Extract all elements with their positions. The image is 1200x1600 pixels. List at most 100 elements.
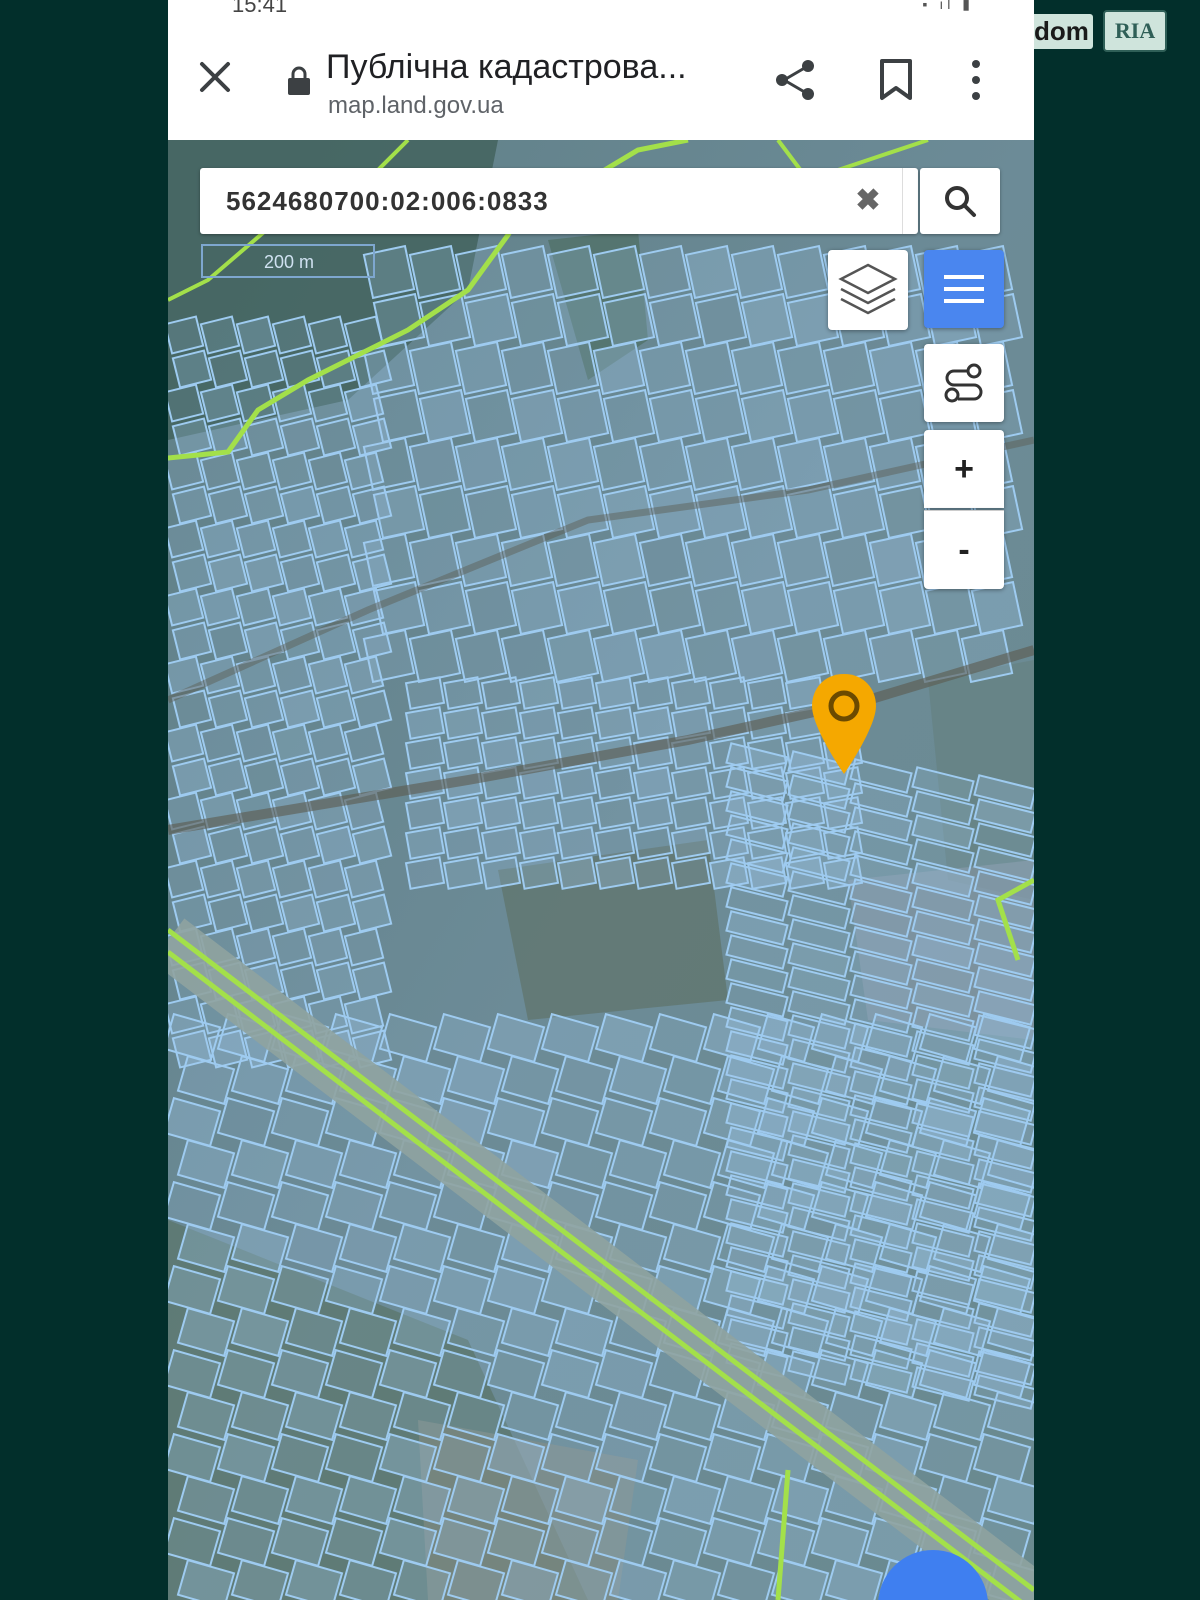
land-parcel[interactable] bbox=[404, 676, 446, 710]
land-parcel[interactable] bbox=[279, 417, 321, 457]
land-parcel[interactable] bbox=[235, 927, 277, 967]
land-parcel[interactable] bbox=[343, 383, 385, 423]
land-parcel[interactable] bbox=[638, 628, 692, 684]
land-parcel[interactable] bbox=[730, 244, 784, 300]
land-parcel[interactable] bbox=[315, 417, 357, 457]
close-icon[interactable] bbox=[198, 60, 232, 94]
land-parcel[interactable] bbox=[279, 689, 321, 729]
land-parcel[interactable] bbox=[670, 766, 712, 800]
bookmark-icon[interactable] bbox=[878, 58, 914, 102]
land-parcel[interactable] bbox=[594, 676, 636, 710]
land-parcel[interactable] bbox=[315, 893, 357, 933]
land-parcel[interactable] bbox=[464, 580, 518, 636]
land-parcel[interactable] bbox=[307, 723, 349, 763]
land-parcel[interactable] bbox=[243, 757, 285, 797]
land-parcel[interactable] bbox=[171, 757, 213, 797]
land-parcel[interactable] bbox=[740, 388, 794, 444]
land-parcel[interactable] bbox=[454, 340, 508, 396]
land-parcel[interactable] bbox=[235, 859, 277, 899]
land-parcel[interactable] bbox=[279, 893, 321, 933]
land-parcel[interactable] bbox=[408, 628, 462, 684]
land-parcel[interactable] bbox=[315, 553, 357, 593]
land-parcel[interactable] bbox=[556, 706, 598, 740]
land-parcel[interactable] bbox=[670, 676, 712, 710]
land-parcel[interactable] bbox=[776, 244, 830, 300]
land-parcel[interactable] bbox=[730, 628, 784, 684]
land-parcel[interactable] bbox=[171, 553, 213, 593]
land-parcel[interactable] bbox=[279, 757, 321, 797]
land-parcel[interactable] bbox=[199, 451, 241, 491]
land-parcel[interactable] bbox=[594, 706, 636, 740]
land-parcel[interactable] bbox=[351, 417, 393, 457]
land-parcel[interactable] bbox=[464, 388, 518, 444]
more-vert-icon[interactable] bbox=[968, 58, 984, 102]
land-parcel[interactable] bbox=[546, 340, 600, 396]
land-parcel[interactable] bbox=[632, 856, 674, 890]
search-input[interactable] bbox=[224, 178, 828, 224]
land-parcel[interactable] bbox=[648, 292, 702, 348]
land-parcel[interactable] bbox=[730, 340, 784, 396]
land-parcel[interactable] bbox=[556, 826, 598, 860]
land-parcel[interactable] bbox=[632, 826, 674, 860]
land-parcel[interactable] bbox=[199, 859, 241, 899]
land-parcel[interactable] bbox=[684, 532, 738, 588]
land-parcel[interactable] bbox=[418, 484, 472, 540]
land-parcel[interactable] bbox=[408, 340, 462, 396]
land-parcel[interactable] bbox=[518, 706, 560, 740]
land-parcel[interactable] bbox=[510, 292, 564, 348]
land-parcel[interactable] bbox=[832, 484, 886, 540]
land-parcel[interactable] bbox=[243, 825, 285, 865]
land-parcel[interactable] bbox=[694, 580, 748, 636]
land-parcel[interactable] bbox=[730, 436, 784, 492]
land-parcel[interactable] bbox=[168, 519, 205, 559]
land-parcel[interactable] bbox=[632, 766, 674, 800]
land-parcel[interactable] bbox=[404, 706, 446, 740]
land-parcel[interactable] bbox=[315, 757, 357, 797]
land-parcel[interactable] bbox=[556, 580, 610, 636]
land-parcel[interactable] bbox=[207, 485, 249, 525]
land-parcel[interactable] bbox=[684, 340, 738, 396]
land-parcel[interactable] bbox=[343, 927, 385, 967]
land-parcel[interactable] bbox=[279, 961, 321, 1001]
land-parcel[interactable] bbox=[207, 757, 249, 797]
land-parcel[interactable] bbox=[307, 383, 349, 423]
land-parcel[interactable] bbox=[442, 856, 484, 890]
land-parcel[interactable] bbox=[556, 856, 598, 890]
land-parcel[interactable] bbox=[343, 451, 385, 491]
land-parcel[interactable] bbox=[500, 244, 554, 300]
land-parcel[interactable] bbox=[351, 621, 393, 661]
land-parcel[interactable] bbox=[556, 766, 598, 800]
land-parcel[interactable] bbox=[235, 315, 277, 355]
clear-search-icon[interactable]: ✖ bbox=[850, 182, 886, 218]
land-parcel[interactable] bbox=[632, 706, 674, 740]
land-parcel[interactable] bbox=[351, 553, 393, 593]
land-parcel[interactable] bbox=[418, 580, 472, 636]
land-parcel[interactable] bbox=[556, 292, 610, 348]
land-parcel[interactable] bbox=[168, 723, 205, 763]
land-parcel[interactable] bbox=[243, 349, 285, 389]
land-parcel[interactable] bbox=[442, 676, 484, 710]
land-parcel[interactable] bbox=[243, 485, 285, 525]
land-parcel[interactable] bbox=[168, 315, 205, 355]
land-parcel[interactable] bbox=[454, 436, 508, 492]
land-parcel[interactable] bbox=[868, 340, 922, 396]
land-parcel[interactable] bbox=[279, 485, 321, 525]
land-parcel[interactable] bbox=[404, 856, 446, 890]
land-parcel[interactable] bbox=[442, 826, 484, 860]
land-parcel[interactable] bbox=[638, 532, 692, 588]
land-parcel[interactable] bbox=[518, 796, 560, 830]
land-parcel[interactable] bbox=[408, 436, 462, 492]
land-parcel[interactable] bbox=[500, 340, 554, 396]
land-parcel[interactable] bbox=[207, 349, 249, 389]
land-parcel[interactable] bbox=[171, 349, 213, 389]
land-parcel[interactable] bbox=[343, 723, 385, 763]
land-parcel[interactable] bbox=[207, 621, 249, 661]
land-parcel[interactable] bbox=[638, 340, 692, 396]
land-parcel[interactable] bbox=[708, 676, 750, 710]
land-parcel[interactable] bbox=[404, 826, 446, 860]
land-parcel[interactable] bbox=[243, 689, 285, 729]
route-button[interactable] bbox=[924, 344, 1004, 422]
land-parcel[interactable] bbox=[670, 856, 712, 890]
land-parcel[interactable] bbox=[315, 689, 357, 729]
land-parcel[interactable] bbox=[740, 580, 794, 636]
